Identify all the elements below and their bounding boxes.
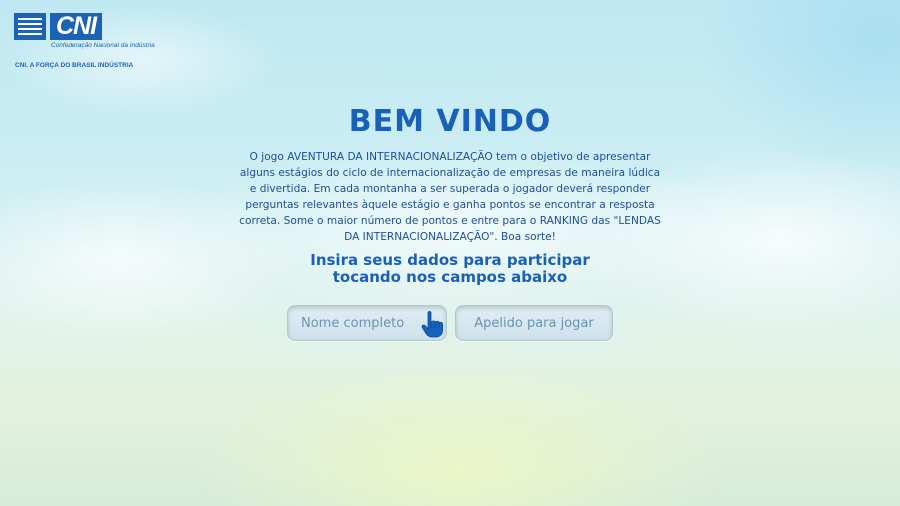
instruction-line-1: Insira seus dados para participar: [310, 251, 590, 269]
full-name-placeholder: Nome completo: [301, 315, 405, 331]
nickname-placeholder: Apelido para jogar: [474, 315, 594, 331]
cni-emblem-icon: [14, 13, 46, 40]
logo-brand: CNI: [50, 13, 103, 40]
logo-tagline: CNI. A FORÇA DO BRASIL INDÚSTRIA: [15, 62, 134, 69]
cni-logo: CNI Confederação Nacional da Indústria: [14, 13, 155, 49]
welcome-title: BEM VINDO: [348, 104, 552, 139]
welcome-description: O jogo AVENTURA DA INTERNACIONALIZAÇÃO t…: [239, 151, 661, 243]
instruction-text: Insira seus dados para participar tocand…: [0, 252, 900, 286]
pointing-hand-icon: [421, 311, 443, 338]
logo-subtitle: Confederação Nacional da Indústria: [51, 42, 155, 49]
instruction-line-2: tocando nos campos abaixo: [332, 268, 568, 286]
nickname-field[interactable]: Apelido para jogar: [455, 305, 613, 341]
